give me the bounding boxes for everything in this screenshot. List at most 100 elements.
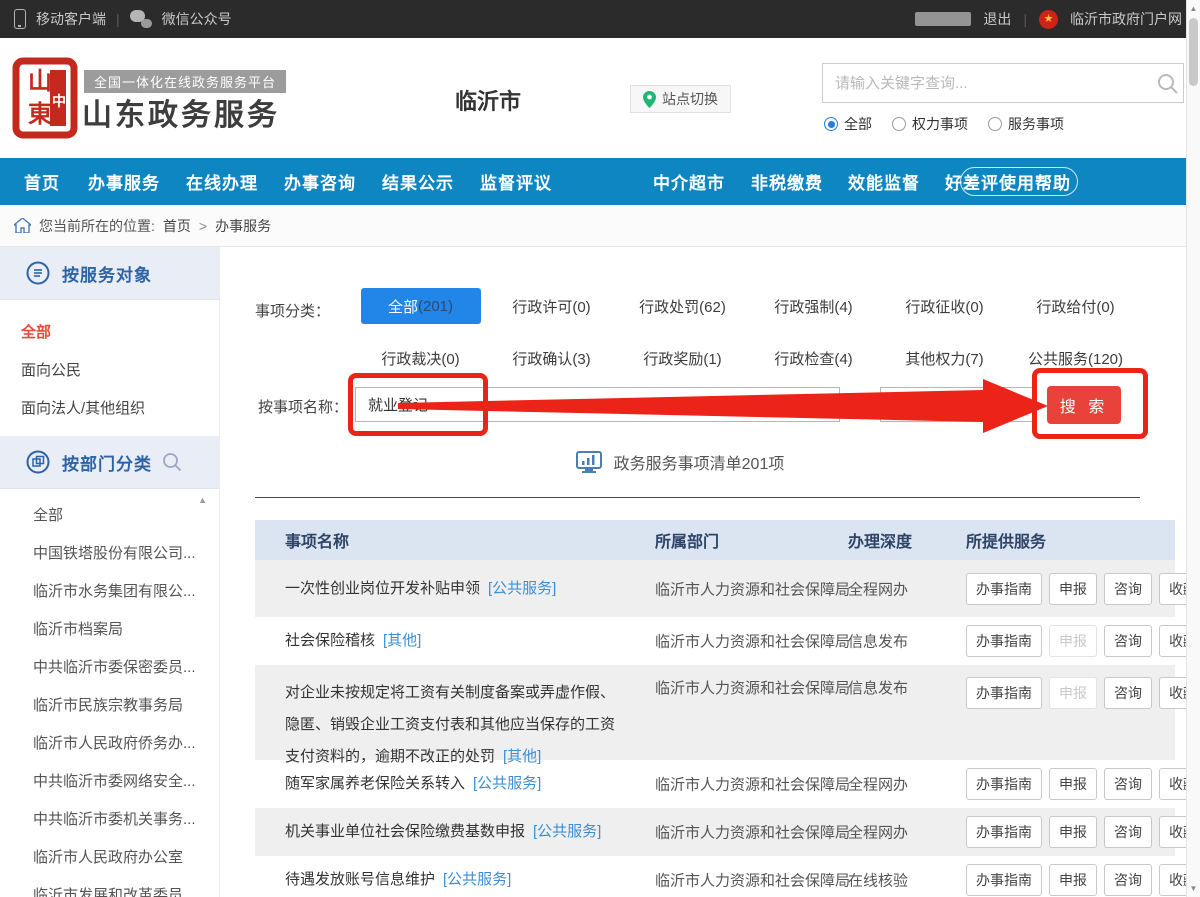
nav-supervision-review[interactable]: 监督评议 bbox=[480, 158, 552, 205]
item-name-input[interactable] bbox=[355, 387, 840, 422]
tab-xingzheng-chufa[interactable]: 行政处罚(62) bbox=[639, 296, 726, 317]
item-name[interactable]: 机关事业单位社会保险缴费基数申报[公共服务] bbox=[285, 816, 620, 848]
logout-link[interactable]: 退出 bbox=[983, 9, 1011, 29]
consult-button[interactable]: 咨询 bbox=[1104, 768, 1152, 800]
tab-xingzheng-queren[interactable]: 行政确认(3) bbox=[512, 348, 590, 369]
page-scrollbar[interactable]: ▲ ▼ bbox=[1186, 0, 1200, 897]
apply-button[interactable]: 申报 bbox=[1049, 625, 1097, 657]
item-name[interactable]: 社会保险稽核[其他] bbox=[285, 625, 620, 657]
tab-xingzheng-jiangli[interactable]: 行政奖励(1) bbox=[643, 348, 721, 369]
nav-services[interactable]: 办事服务 bbox=[88, 158, 160, 205]
department-item[interactable]: 临沂市人民政府侨务办... bbox=[33, 723, 219, 761]
department-item[interactable]: 中共临沂市委保密委员... bbox=[33, 647, 219, 685]
search-button[interactable]: 搜 索 bbox=[1047, 386, 1121, 424]
department-search-icon[interactable] bbox=[162, 452, 182, 472]
department-item[interactable]: 全部 bbox=[33, 495, 219, 533]
item-name[interactable]: 待遇发放账号信息维护[公共服务] bbox=[285, 864, 620, 896]
guide-button[interactable]: 办事指南 bbox=[966, 864, 1042, 896]
search-icon[interactable] bbox=[1157, 73, 1179, 95]
divider bbox=[255, 497, 1140, 498]
table-row: 社会保险稽核[其他] 临沂市人力资源和社会保障局 信息发布 办事指南 申报 咨询… bbox=[255, 617, 1175, 665]
department-item[interactable]: 中共临沂市委机关事务... bbox=[33, 799, 219, 837]
tab-qita-quanli[interactable]: 其他权力(7) bbox=[905, 348, 983, 369]
apply-button[interactable]: 申报 bbox=[1049, 816, 1097, 848]
item-dept: 临沂市人力资源和社会保障局 bbox=[655, 677, 850, 698]
site-title: 山东政务服务 bbox=[82, 90, 280, 134]
guide-button[interactable]: 办事指南 bbox=[966, 816, 1042, 848]
wechat-link[interactable]: 微信公众号 bbox=[162, 9, 232, 29]
department-item[interactable]: 中共临沂市委网络安全... bbox=[33, 761, 219, 799]
tab-label: 全部 bbox=[388, 296, 418, 317]
tab-xingzheng-caijue[interactable]: 行政裁决(0) bbox=[381, 348, 459, 369]
nav-consultation[interactable]: 办事咨询 bbox=[284, 158, 356, 205]
consult-button[interactable]: 咨询 bbox=[1104, 816, 1152, 848]
audience-item-all[interactable]: 全部 bbox=[21, 312, 219, 350]
breadcrumb-home[interactable]: 首页 bbox=[163, 216, 191, 236]
guide-button[interactable]: 办事指南 bbox=[966, 625, 1042, 657]
item-services: 办事指南 申报 咨询 收藏 bbox=[966, 573, 1200, 605]
scroll-up-icon[interactable]: ▲ bbox=[1187, 4, 1200, 13]
scrollbar-thumb[interactable] bbox=[1189, 18, 1198, 86]
consult-button[interactable]: 咨询 bbox=[1104, 625, 1152, 657]
tab-xingzheng-qiangzhi[interactable]: 行政强制(4) bbox=[774, 296, 852, 317]
department-item[interactable]: 中国铁塔股份有限公司... bbox=[33, 533, 219, 571]
department-item[interactable]: 临沂市档案局 bbox=[33, 609, 219, 647]
portal-link[interactable]: 临沂市政府门户网 bbox=[1070, 9, 1182, 29]
apply-button[interactable]: 申报 bbox=[1049, 677, 1097, 709]
tab-all-active[interactable]: 全部(201) bbox=[361, 288, 481, 324]
tab-xingzheng-jifu[interactable]: 行政给付(0) bbox=[1036, 296, 1114, 317]
nav-nontax-payment[interactable]: 非税缴费 bbox=[751, 158, 823, 205]
audience-item-legal-person[interactable]: 面向法人/其他组织 bbox=[21, 388, 219, 426]
main-content: 事项分类： 全部(201) 行政许可(0) 行政处罚(62) 行政强制(4) 行… bbox=[220, 247, 1186, 897]
keyword-search-input[interactable] bbox=[823, 64, 1183, 102]
department-scroll-up-icon[interactable]: ▲ bbox=[198, 495, 207, 505]
item-tag: [公共服务] bbox=[533, 823, 601, 840]
item-dept: 临沂市人力资源和社会保障局 bbox=[655, 578, 850, 599]
department-item[interactable]: 临沂市发展和改革委员... bbox=[33, 875, 219, 897]
item-depth: 全程网办 bbox=[848, 822, 958, 843]
header-search-box bbox=[822, 63, 1184, 103]
consult-button[interactable]: 咨询 bbox=[1104, 677, 1152, 709]
topbar-divider: | bbox=[1023, 11, 1027, 27]
apply-button[interactable]: 申报 bbox=[1049, 768, 1097, 800]
nav-efficiency-supervision[interactable]: 效能监督 bbox=[848, 158, 920, 205]
col-header-services: 所提供服务 bbox=[966, 520, 1046, 560]
nav-home[interactable]: 首页 bbox=[24, 158, 60, 205]
department-item[interactable]: 临沂市水务集团有限公... bbox=[33, 571, 219, 609]
guide-button[interactable]: 办事指南 bbox=[966, 677, 1042, 709]
apply-button[interactable]: 申报 bbox=[1049, 864, 1097, 896]
radio-service-items[interactable]: 服务事项 bbox=[988, 114, 1064, 134]
scroll-down-icon[interactable]: ▼ bbox=[1187, 884, 1200, 893]
col-header-depth: 办理深度 bbox=[848, 520, 912, 560]
tab-gonggong-fuwu[interactable]: 公共服务(120) bbox=[1028, 348, 1123, 369]
tab-xingzheng-xuke[interactable]: 行政许可(0) bbox=[512, 296, 590, 317]
audience-item-citizen[interactable]: 面向公民 bbox=[21, 350, 219, 388]
category-tabs-row2: 行政裁决(0) 行政确认(3) 行政奖励(1) 行政检查(4) 其他权力(7) … bbox=[355, 340, 1141, 376]
nav-rating-help[interactable]: 好差评使用帮助 bbox=[945, 158, 1071, 205]
apply-button[interactable]: 申报 bbox=[1049, 573, 1097, 605]
tab-xingzheng-zhengshou[interactable]: 行政征收(0) bbox=[905, 296, 983, 317]
tab-xingzheng-jiancha[interactable]: 行政检查(4) bbox=[774, 348, 852, 369]
guide-button[interactable]: 办事指南 bbox=[966, 573, 1042, 605]
nav-online-handling[interactable]: 在线办理 bbox=[186, 158, 258, 205]
radio-all[interactable]: 全部 bbox=[824, 114, 872, 134]
department-item[interactable]: 临沂市人民政府办公室 bbox=[33, 837, 219, 875]
consult-button[interactable]: 咨询 bbox=[1104, 864, 1152, 896]
mobile-app-link[interactable]: 移动客户端 bbox=[36, 9, 106, 29]
item-depth: 信息发布 bbox=[848, 631, 958, 652]
list-summary: 政务服务事项清单201项 bbox=[220, 450, 1140, 474]
audience-list: 全部 面向公民 面向法人/其他组织 bbox=[0, 300, 219, 436]
item-name[interactable]: 对企业未按规定将工资有关制度备案或弄虚作假、隐匿、销毁企业工资支付表和其他应当保… bbox=[285, 677, 620, 773]
nav-results[interactable]: 结果公示 bbox=[382, 158, 454, 205]
radio-power-items[interactable]: 权力事项 bbox=[892, 114, 968, 134]
dept-filter-input[interactable] bbox=[880, 387, 1036, 422]
consult-button[interactable]: 咨询 bbox=[1104, 573, 1152, 605]
site-switch-button[interactable]: 站点切换 bbox=[630, 85, 731, 113]
item-name[interactable]: 一次性创业岗位开发补贴申领[公共服务] bbox=[285, 573, 620, 605]
item-name[interactable]: 随军家属养老保险关系转入[公共服务] bbox=[285, 768, 620, 800]
department-item[interactable]: 临沂市民族宗教事务局 bbox=[33, 685, 219, 723]
department-list: ▲ 全部 中国铁塔股份有限公司... 临沂市水务集团有限公... 临沂市档案局 … bbox=[0, 489, 219, 897]
guide-button[interactable]: 办事指南 bbox=[966, 768, 1042, 800]
nav-intermediary-market[interactable]: 中介超市 bbox=[653, 158, 725, 205]
col-header-dept: 所属部门 bbox=[655, 520, 719, 560]
